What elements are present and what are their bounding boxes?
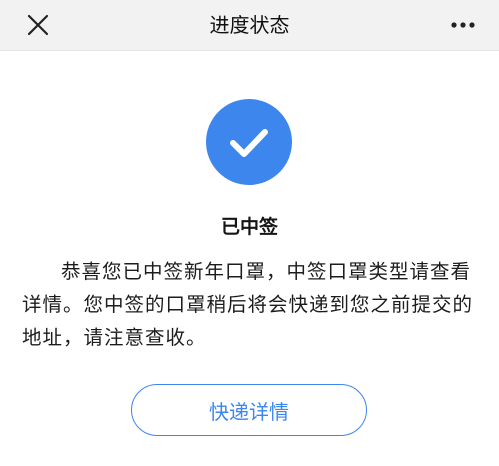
status-success-badge [206,99,292,185]
header-bar: 进度状态 [0,0,499,51]
status-title: 已中签 [220,216,278,238]
status-message: 恭喜您已中签新年口罩，中签口罩类型请查看详情。您中签的口罩稍后将会快递到您之前提… [22,260,474,349]
page-title: 进度状态 [209,13,290,37]
delivery-details-label: 快递详情 [209,399,289,424]
delivery-details-button[interactable]: 快递详情 [131,384,367,436]
check-icon [230,129,268,157]
more-options-icon [451,22,475,28]
more-options-button[interactable] [449,16,477,34]
